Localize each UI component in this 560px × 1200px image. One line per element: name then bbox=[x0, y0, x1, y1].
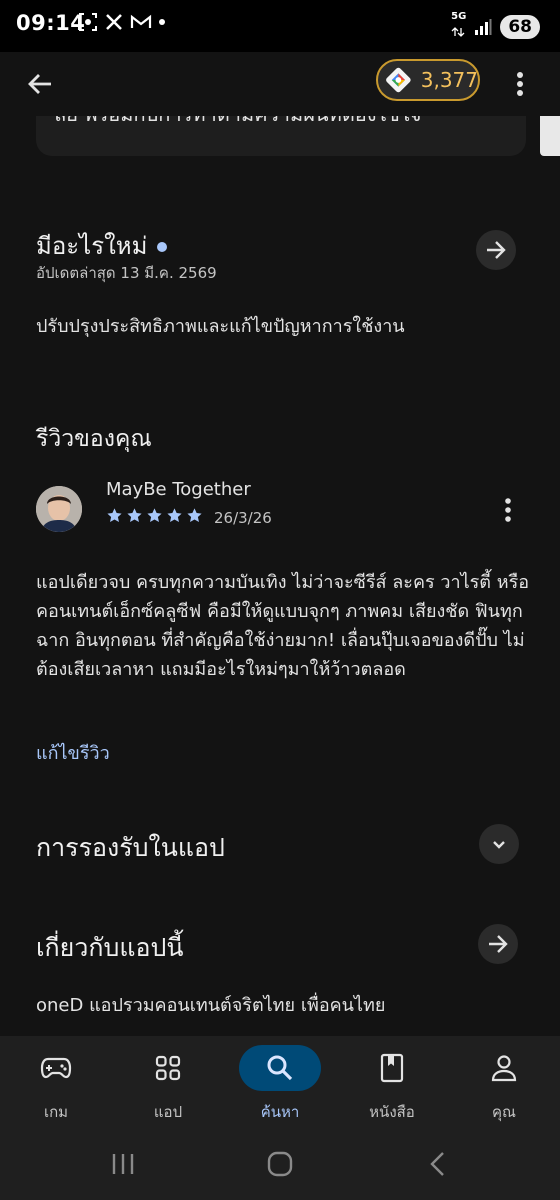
gmail-icon bbox=[130, 14, 152, 28]
review-date: 26/3/26 bbox=[214, 509, 272, 527]
chevron-left-icon bbox=[430, 1152, 444, 1176]
about-app-body: oneD แอปรวมคอนเทนต์จริตไทย เพื่อคนไทย bbox=[36, 995, 386, 1016]
notification-icons bbox=[78, 12, 166, 32]
more-vert-icon bbox=[505, 498, 511, 522]
screenshot-icon bbox=[79, 13, 97, 31]
star-icon bbox=[187, 508, 202, 522]
main-content[interactable]: ลย พร้อมกับการทำตามความฝันที่ต้องใช้ใจ ม… bbox=[0, 116, 560, 1036]
more-vert-icon bbox=[517, 72, 523, 96]
review-body: แอปเดียวจบ ครบทุกความบันเทิง ไม่ว่าจะซีร… bbox=[36, 572, 530, 680]
network-indicator: 5G bbox=[451, 12, 466, 41]
in-app-support-expand-button[interactable] bbox=[479, 824, 519, 864]
whats-new-body: ปรับปรุงประสิทธิภาพและแก้ไขปัญหาการใช้งา… bbox=[36, 316, 405, 337]
back-button[interactable] bbox=[18, 62, 62, 106]
promo-card-text: ลย พร้อมกับการทำตามความฝันที่ต้องใช้ใจ bbox=[54, 116, 421, 130]
status-bar: 09:14 5G 68 bbox=[0, 0, 560, 52]
star-icon bbox=[127, 508, 142, 522]
nav-label-you: คุณ bbox=[492, 1103, 516, 1121]
play-points-chip[interactable]: 3,377 bbox=[376, 59, 480, 101]
new-indicator-dot bbox=[157, 242, 168, 252]
your-review-title: รีวิวของคุณ bbox=[36, 426, 152, 452]
recent-apps-button[interactable] bbox=[98, 1146, 148, 1182]
star-rating bbox=[106, 507, 203, 524]
whats-new-updated: อัปเดตล่าสุด 13 มี.ค. 2569 bbox=[36, 264, 217, 282]
recent-apps-icon bbox=[112, 1154, 134, 1174]
search-icon bbox=[239, 1045, 321, 1091]
book-icon bbox=[360, 1048, 424, 1088]
star-icon bbox=[107, 508, 122, 522]
signal-icon bbox=[475, 18, 492, 35]
whats-new-arrow-button[interactable] bbox=[476, 230, 516, 270]
about-app-title[interactable]: เกี่ยวกับแอปนี้ bbox=[36, 928, 183, 968]
nav-item-books[interactable]: หนังสือ bbox=[336, 1036, 448, 1128]
nav-label-apps: แอป bbox=[153, 1103, 183, 1121]
status-right: 5G 68 bbox=[451, 12, 540, 41]
nav-item-games[interactable]: เกม bbox=[0, 1036, 112, 1128]
overflow-menu-button[interactable] bbox=[502, 64, 538, 104]
battery-indicator: 68 bbox=[500, 14, 540, 39]
nav-label-games: เกม bbox=[43, 1103, 69, 1121]
data-arrows-icon bbox=[451, 27, 465, 37]
arrow-forward-icon bbox=[489, 935, 508, 953]
in-app-support-title[interactable]: การรองรับในแอป bbox=[36, 828, 225, 868]
nav-item-you[interactable]: คุณ bbox=[448, 1036, 560, 1128]
points-value: 3,377 bbox=[420, 68, 478, 92]
review-more-button[interactable] bbox=[496, 494, 520, 526]
edit-review-link[interactable]: แก้ไขรีวิว bbox=[36, 738, 110, 767]
avatar bbox=[36, 486, 82, 532]
more-notifications-dot-icon bbox=[159, 19, 165, 25]
nav-item-search[interactable]: ค้นหา bbox=[224, 1036, 336, 1128]
system-navigation-bar bbox=[0, 1128, 560, 1200]
person-icon bbox=[472, 1048, 536, 1088]
about-app-arrow-button[interactable] bbox=[478, 924, 518, 964]
status-time: 09:14 bbox=[16, 11, 86, 35]
reviewer-name: MayBe Together bbox=[106, 479, 251, 500]
bottom-navigation: เกม แอป ค้นหา หนังสือ คุณ bbox=[0, 1036, 560, 1128]
whats-new-title: มีอะไรใหม่ bbox=[36, 232, 148, 260]
whats-new-header[interactable]: มีอะไรใหม่ bbox=[36, 226, 168, 265]
x-icon bbox=[106, 14, 122, 30]
play-points-icon bbox=[386, 67, 411, 93]
home-icon bbox=[267, 1151, 293, 1177]
star-icon bbox=[167, 508, 182, 522]
arrow-forward-icon bbox=[487, 241, 506, 259]
home-button[interactable] bbox=[255, 1146, 305, 1182]
scrollbar-thumb[interactable] bbox=[540, 116, 560, 156]
nav-label-search: ค้นหา bbox=[260, 1103, 300, 1121]
gamepad-icon bbox=[24, 1048, 88, 1088]
chevron-down-icon bbox=[493, 841, 505, 849]
arrow-back-icon bbox=[28, 74, 51, 94]
promo-card[interactable]: ลย พร้อมกับการทำตามความฝันที่ต้องใช้ใจ bbox=[36, 116, 526, 156]
star-icon bbox=[147, 508, 162, 522]
nav-item-apps[interactable]: แอป bbox=[112, 1036, 224, 1128]
nav-label-books: หนังสือ bbox=[369, 1103, 415, 1121]
apps-grid-icon bbox=[136, 1048, 200, 1088]
app-bar: 3,377 bbox=[0, 52, 560, 116]
system-back-button[interactable] bbox=[412, 1146, 462, 1182]
